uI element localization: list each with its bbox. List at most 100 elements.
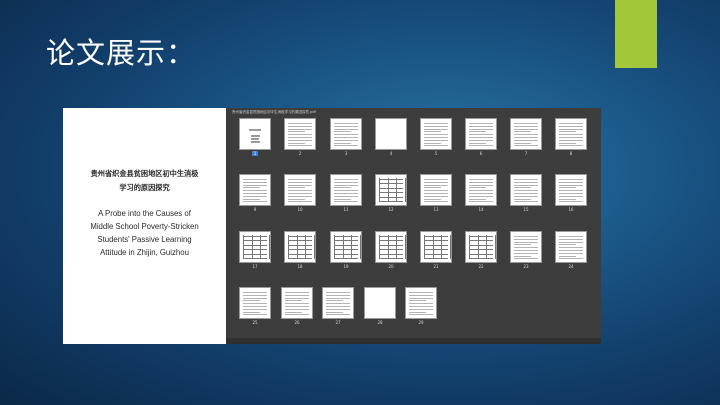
page-thumbnail[interactable]	[465, 174, 497, 206]
page-number-label: 25	[239, 320, 271, 325]
thumbnail-cover-line	[251, 138, 259, 140]
page-thumbnail[interactable]	[420, 118, 452, 150]
thumbnail-text-line	[288, 142, 305, 144]
thumbnail-table-col-line	[432, 235, 434, 259]
thumbnail-text-line	[514, 123, 538, 124]
thumbnail-text-line	[424, 125, 448, 127]
page-number-label: 11	[330, 207, 362, 212]
thumbnail-text-line	[285, 311, 302, 313]
thumbnail-table-row-line	[424, 258, 448, 259]
thumbnail-text-line	[424, 139, 448, 141]
thumbnail-table-col-line	[379, 235, 380, 259]
thumbnail-table-row-line	[288, 253, 312, 255]
page-thumbnail[interactable]	[284, 231, 316, 263]
thumbnail-text-line	[514, 142, 531, 144]
page-thumbnail[interactable]	[239, 174, 271, 206]
thumbnail-text-line	[326, 294, 350, 296]
thumbnail-table-col-line	[387, 235, 389, 259]
thumbnail-text-line	[469, 190, 493, 192]
page-thumbnail[interactable]	[239, 118, 271, 150]
page-thumbnail[interactable]	[284, 174, 316, 206]
thumbnail-table-col-line	[441, 235, 442, 259]
thumbnail-table-col-line	[359, 235, 361, 259]
page-thumbnail[interactable]	[281, 287, 313, 319]
page-thumbnail[interactable]	[375, 118, 407, 150]
page-thumbnail[interactable]	[239, 231, 271, 263]
page-number-text: 14	[478, 207, 484, 212]
page-number-label: 23	[510, 264, 542, 269]
page-thumbnail[interactable]	[364, 287, 396, 319]
thumbnail-text-line	[424, 184, 448, 186]
thumbnail-text-line	[424, 128, 448, 130]
page-number-label: 21	[420, 264, 452, 269]
page-number-label: 10	[284, 207, 316, 212]
thumbnail-text-line	[334, 142, 351, 144]
thumbnail-table-col-line	[424, 235, 425, 259]
page-thumbnail[interactable]	[375, 174, 407, 206]
thumbnail-text-line	[469, 142, 486, 144]
thumbnail-text-line	[469, 123, 493, 124]
page-thumbnail[interactable]	[510, 231, 542, 263]
thumbnail-table-col-line	[296, 235, 298, 259]
thumbnail-text-line	[559, 241, 583, 243]
page-thumbnail[interactable]	[330, 118, 362, 150]
thumbnail-text-line	[559, 137, 583, 138]
thumbnail-text-line	[288, 179, 312, 180]
page-thumbnail[interactable]	[555, 118, 587, 150]
page-thumbnail[interactable]	[239, 287, 271, 319]
page-thumbnail[interactable]	[330, 174, 362, 206]
thumbnail-table-row-line	[243, 249, 267, 251]
thumbnail-viewer[interactable]: 贵州省织金县贫困地区初中生消极学习的原因探究.pdf 1 2 3 4 5 6 7 8 9 10 11…	[226, 108, 601, 344]
page-thumbnail[interactable]	[322, 287, 354, 319]
thumbnail-table-col-line	[396, 235, 397, 259]
thumbnail-text-line	[424, 195, 448, 197]
thumbnail-text-line	[469, 198, 486, 200]
thumbnail-text-line	[559, 195, 583, 197]
page-thumbnail[interactable]	[330, 231, 362, 263]
page-number-text: 15	[523, 207, 529, 212]
page-thumbnail[interactable]	[465, 231, 497, 263]
cover-chinese-title-line: 学习的原因探究	[119, 183, 170, 192]
page-thumbnail[interactable]	[510, 174, 542, 206]
page-number-text: 5	[434, 151, 438, 156]
page-thumbnail[interactable]	[420, 231, 452, 263]
thumbnail-text-line	[334, 187, 351, 189]
thumbnail-table-row-line	[379, 192, 403, 194]
thumbnail-table-row-line	[469, 253, 493, 255]
page-number-text: 19	[343, 264, 349, 269]
thumbnail-table-col-line	[469, 235, 470, 259]
cover-chinese-title: 贵州省织金县贫困地区初中生消极 学习的原因探究	[63, 167, 226, 195]
thumbnail-text-line	[326, 300, 343, 302]
thumbnail-text-line	[514, 198, 531, 200]
page-thumbnail[interactable]	[510, 118, 542, 150]
thumbnail-text-line	[288, 137, 312, 138]
thumbnail-text-line	[326, 308, 350, 310]
thumbnail-text-line	[514, 236, 538, 237]
thumbnail-text-line	[469, 139, 493, 141]
page-number-label: 7	[510, 151, 542, 156]
thumbnail-text-line	[514, 252, 538, 254]
thumbnail-table-row-line	[469, 244, 493, 246]
page-thumbnail[interactable]	[284, 118, 316, 150]
page-thumbnail[interactable]	[555, 174, 587, 206]
page-thumbnail[interactable]	[375, 231, 407, 263]
thumbnail-text-line	[514, 134, 538, 136]
cover-english-title: A Probe into the Causes of Middle School…	[63, 207, 226, 259]
thumbnail-text-line	[559, 142, 576, 144]
thumbnail-table-row-line	[288, 249, 312, 251]
page-thumbnail[interactable]	[405, 287, 437, 319]
page-thumbnail[interactable]	[465, 118, 497, 150]
thumbnail-table-col-line	[268, 235, 270, 259]
thumbnail-table-col-line	[477, 235, 479, 259]
thumbnail-text-line	[288, 128, 312, 130]
thumbnail-text-line	[334, 128, 358, 130]
thumbnail-table-row-line	[334, 249, 358, 251]
page-number-label: 3	[330, 151, 362, 156]
page-number-text: 9	[253, 207, 257, 212]
thumbnail-text-line	[334, 184, 358, 186]
page-thumbnail[interactable]	[555, 231, 587, 263]
thumbnail-text-line	[326, 303, 350, 305]
thumbnail-text-line	[334, 190, 358, 192]
page-thumbnail[interactable]	[420, 174, 452, 206]
page-number-label: 18	[284, 264, 316, 269]
